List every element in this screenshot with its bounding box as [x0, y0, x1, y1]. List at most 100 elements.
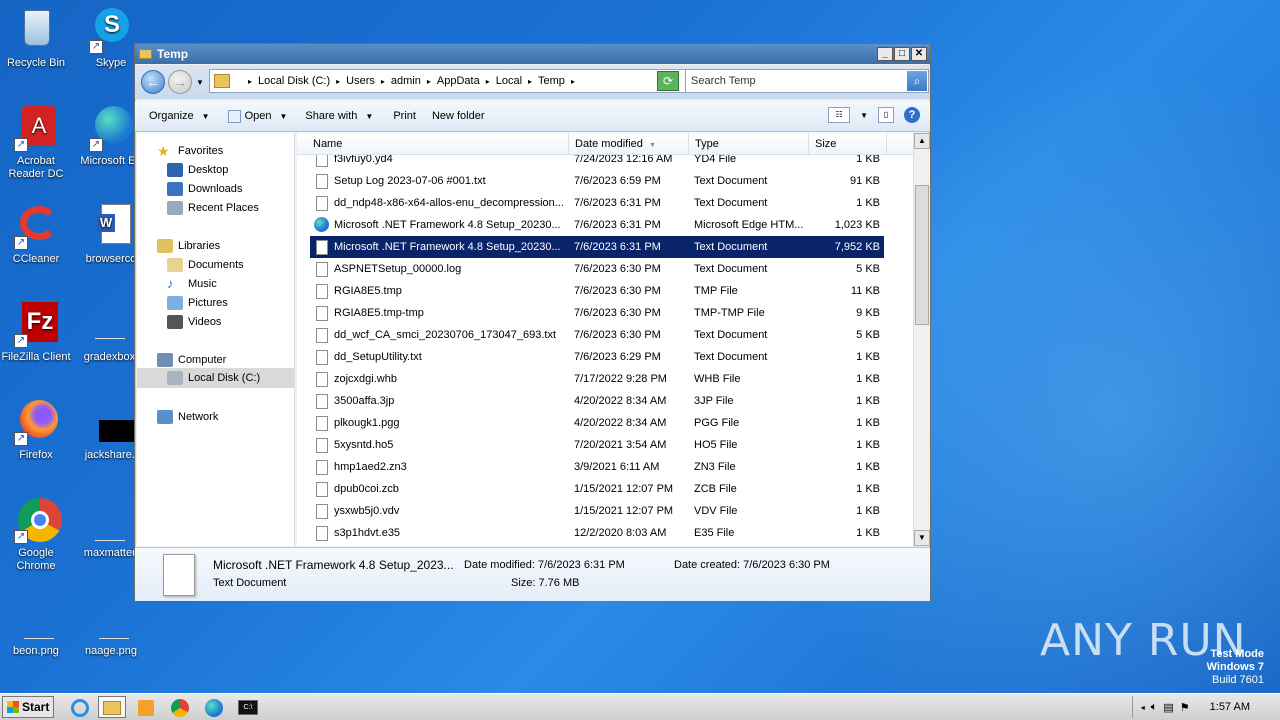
title-bar[interactable]: Temp _ □ ✕ — [135, 44, 930, 64]
breadcrumb-admin[interactable]: admin — [391, 75, 421, 87]
file-type: TMP-TMP File — [694, 307, 765, 319]
start-button[interactable]: Start — [2, 696, 54, 718]
nav-desktop[interactable]: Desktop — [167, 163, 228, 177]
breadcrumb-appdata[interactable]: AppData — [437, 75, 480, 87]
back-button[interactable]: ← — [141, 70, 165, 94]
nav-computer[interactable]: Computer — [157, 353, 226, 367]
taskbar-media-player[interactable] — [132, 696, 160, 718]
maximize-button[interactable]: □ — [894, 47, 910, 61]
scrollbar-thumb[interactable] — [915, 185, 929, 325]
organize-button[interactable]: Organize ▼ — [149, 110, 210, 122]
minimize-button[interactable]: _ — [877, 47, 893, 61]
desktop-icon-ccleaner[interactable]: ↗ CCleaner — [0, 202, 72, 266]
print-button[interactable]: Print — [393, 110, 416, 122]
desktop-icon-naage[interactable]: naage.png — [75, 594, 147, 658]
taskbar-ie[interactable] — [66, 696, 94, 718]
file-row[interactable]: ysxwb5j0.vdv 1/15/2021 12:07 PM VDV File 1 … — [310, 500, 884, 522]
taskbar-chrome[interactable] — [166, 696, 194, 718]
nav-favorites[interactable]: ★ Favorites — [157, 144, 223, 158]
desktop-icon-beon[interactable]: beon.png — [0, 594, 72, 658]
nav-libraries[interactable]: Libraries — [157, 239, 220, 253]
desktop-icon-chrome[interactable]: ↗ Google Chrome — [0, 496, 72, 573]
taskbar-cmd[interactable]: C:\ — [234, 696, 262, 718]
breadcrumb-users[interactable]: Users — [346, 75, 375, 87]
desktop-icon-firefox[interactable]: ↗ Firefox — [0, 398, 72, 462]
vertical-scrollbar[interactable]: ▲ ▼ — [913, 133, 930, 546]
file-row[interactable]: ASPNETSetup_00000.log 7/6/2023 6:30 PM Tex… — [310, 258, 884, 280]
file-name: zojcxdgi.whb — [334, 373, 397, 385]
file-row[interactable]: 5xysntd.ho5 7/20/2021 3:54 AM HO5 File 1 KB — [310, 434, 884, 456]
nav-videos[interactable]: Videos — [167, 315, 221, 329]
preview-pane-icon[interactable]: ▯ — [878, 107, 894, 123]
file-row[interactable]: Microsoft .NET Framework 4.8 Setup_20230… — [310, 214, 884, 236]
file-row[interactable]: dpub0coi.zcb 1/15/2021 12:07 PM ZCB File 1 … — [310, 478, 884, 500]
file-row[interactable]: dd_SetupUtility.txt 7/6/2023 6:29 PM Text … — [310, 346, 884, 368]
nav-downloads[interactable]: Downloads — [167, 182, 242, 196]
taskbar-edge[interactable] — [200, 696, 228, 718]
nav-recent-places[interactable]: Recent Places — [167, 201, 259, 215]
nav-music[interactable]: ♪ Music — [167, 277, 217, 291]
file-row[interactable]: s3p1hdvt.e35 12/2/2020 8:03 AM E35 File 1 K… — [310, 522, 884, 544]
file-date: 7/6/2023 6:59 PM — [574, 175, 661, 187]
breadcrumb-local-disk[interactable]: Local Disk (C:) — [258, 75, 330, 87]
tray-expand-icon[interactable]: ◂ — [1141, 703, 1145, 712]
file-name: RGIA8E5.tmp — [334, 285, 402, 297]
clock[interactable]: 1:57 AM — [1210, 701, 1250, 713]
breadcrumb[interactable]: ▸ Local Disk (C:) ▸ Users ▸ admin ▸ AppD… — [209, 69, 709, 93]
file-row[interactable]: zojcxdgi.whb 7/17/2022 9:28 PM WHB File 1 K… — [310, 368, 884, 390]
share-with-button[interactable]: Share with ▼ — [305, 110, 373, 122]
nav-network[interactable]: Network — [157, 410, 218, 424]
chevron-right-icon[interactable]: ▸ — [486, 77, 490, 86]
desktop-icon-acrobat[interactable]: A ↗ Acrobat Reader DC — [0, 104, 72, 181]
view-options-icon[interactable]: ☷ — [828, 107, 851, 123]
file-row[interactable]: hmp1aed2.zn3 3/9/2021 6:11 AM ZN3 File 1 KB — [310, 456, 884, 478]
taskbar-explorer[interactable] — [98, 696, 126, 718]
close-button[interactable]: ✕ — [911, 47, 927, 61]
column-type[interactable]: Type — [689, 133, 809, 155]
forward-button[interactable]: → — [168, 70, 192, 94]
file-row[interactable]: dd_wcf_CA_smci_20230706_173047_693.txt 7/… — [310, 324, 884, 346]
file-row[interactable]: plkougk1.pgg 4/20/2022 8:34 AM PGG File 1 K… — [310, 412, 884, 434]
column-date-modified[interactable]: Date modified ▼ — [569, 133, 689, 155]
file-type: YD4 File — [694, 155, 737, 165]
file-row[interactable]: f3ivfuy0.yd4 7/24/2023 12:16 AM YD4 File 1 … — [310, 155, 884, 170]
scroll-down-icon[interactable]: ▼ — [914, 530, 930, 546]
file-icon — [316, 262, 328, 277]
file-row[interactable]: Microsoft .NET Framework 4.8 Setup_20230… — [310, 236, 884, 258]
desktop-icon-recycle-bin[interactable]: Recycle Bin — [0, 6, 72, 70]
file-size: 5 KB — [856, 329, 880, 341]
chevron-right-icon[interactable]: ▸ — [248, 77, 252, 86]
column-name[interactable]: Name — [307, 133, 569, 155]
chevron-right-icon[interactable]: ▸ — [528, 77, 532, 86]
chevron-right-icon[interactable]: ▸ — [571, 77, 575, 86]
desktop-icon-filezilla[interactable]: Fz ↗ FileZilla Client — [0, 300, 72, 364]
column-size[interactable]: Size — [809, 133, 887, 155]
open-button[interactable]: Open ▼ — [227, 109, 287, 123]
help-icon[interactable]: ? — [904, 107, 920, 123]
file-row[interactable]: dd_ndp48-x86-x64-allos-enu_decompression… — [310, 192, 884, 214]
chevron-right-icon[interactable]: ▸ — [381, 77, 385, 86]
nav-pictures[interactable]: Pictures — [167, 296, 228, 310]
scroll-up-icon[interactable]: ▲ — [914, 133, 930, 149]
recent-pages-dropdown-icon[interactable]: ▼ — [196, 78, 204, 87]
file-row[interactable]: RGIA8E5.tmp 7/6/2023 6:30 PM TMP File 11 KB — [310, 280, 884, 302]
search-input[interactable]: Search Temp ⌕ — [685, 69, 929, 93]
file-row[interactable]: Setup Log 2023-07-06 #001.txt 7/6/2023 6:… — [310, 170, 884, 192]
refresh-button[interactable]: ⟳ — [657, 71, 679, 91]
chevron-right-icon[interactable]: ▸ — [427, 77, 431, 86]
file-icon — [316, 306, 328, 321]
file-row[interactable]: 3500affa.3jp 4/20/2022 8:34 AM 3JP File 1 K… — [310, 390, 884, 412]
chevron-right-icon[interactable]: ▸ — [336, 77, 340, 86]
breadcrumb-temp[interactable]: Temp — [538, 75, 565, 87]
nav-local-disk[interactable]: Local Disk (C:) — [137, 368, 294, 388]
nav-documents[interactable]: Documents — [167, 258, 244, 272]
network-tray-icon[interactable]: ▤ — [1163, 701, 1173, 714]
search-icon[interactable]: ⌕ — [907, 71, 927, 91]
file-row[interactable]: RGIA8E5.tmp-tmp 7/6/2023 6:30 PM TMP-TMP F… — [310, 302, 884, 324]
chevron-down-icon[interactable]: ▼ — [860, 111, 868, 120]
new-folder-button[interactable]: New folder — [432, 110, 485, 122]
file-date: 7/6/2023 6:30 PM — [574, 285, 661, 297]
volume-icon[interactable]: 🔈︎ — [1151, 701, 1158, 714]
action-center-flag-icon[interactable]: ⚑ — [1180, 701, 1190, 714]
breadcrumb-local[interactable]: Local — [496, 75, 522, 87]
